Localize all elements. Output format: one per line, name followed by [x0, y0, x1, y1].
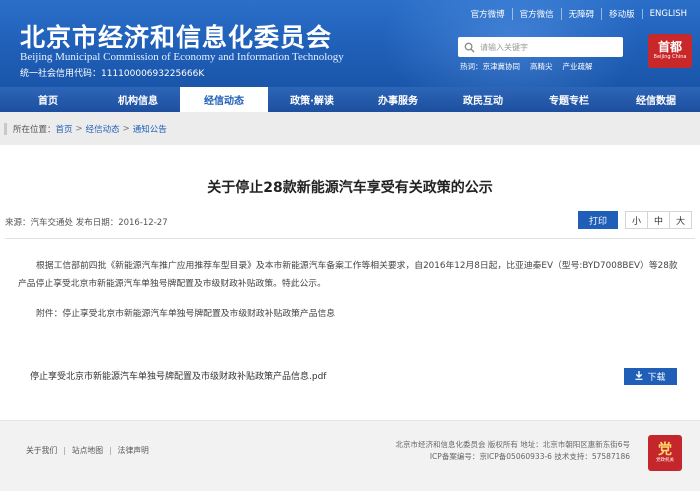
footer-copyright: 北京市经济和信息化委员会 版权所有 地址：北京市朝阳区惠新东街6号 [395, 440, 630, 449]
hot-word-gjj[interactable]: 高精尖 [530, 61, 553, 72]
nav-item-news[interactable]: 经信动态 [180, 87, 268, 112]
badge-emblem-text: 党 [658, 442, 672, 458]
article-body: 根据工信部前四批《新能源汽车推广应用推荐车型目录》及本市新能源汽车备案工作等相关… [18, 257, 682, 293]
font-size-small-button[interactable]: 小 [625, 211, 648, 229]
download-icon [635, 371, 643, 382]
font-size-medium-button[interactable]: 中 [647, 211, 670, 229]
download-label: 下载 [647, 373, 666, 383]
nav-item-interaction[interactable]: 政民互动 [440, 87, 526, 112]
pdf-attachment-link[interactable]: 停止享受北京市新能源汽车单独号牌配置及市级财政补贴政策产品信息.pdf [30, 369, 326, 382]
breadcrumb: 所在位置： 首页 > 经信动态 > 通知公告 [0, 112, 700, 145]
footer-link-separator: | [109, 446, 112, 455]
logo-subtext: Beijing China [653, 54, 687, 60]
top-link-mobile[interactable]: 移动版 [601, 8, 642, 20]
article-paragraph: 根据工信部前四批《新能源汽车推广应用推荐车型目录》及本市新能源汽车备案工作等相关… [18, 261, 678, 289]
footer-info: 北京市经济和信息化委员会 版权所有 地址：北京市朝阳区惠新东街6号 ICP备案编… [395, 439, 630, 463]
search-icon[interactable] [458, 37, 480, 57]
nav-item-org[interactable]: 机构信息 [96, 87, 180, 112]
party-government-badge[interactable]: 党 党政机关 [648, 435, 682, 471]
breadcrumb-notices[interactable]: 通知公告 [133, 123, 167, 135]
download-button[interactable]: 下载 [624, 368, 677, 385]
credit-code: 统一社会信用代码：11110000693225666K [20, 69, 205, 79]
footer-links: 关于我们 | 站点地图 | 法律声明 [26, 445, 149, 456]
top-link-english[interactable]: ENGLISH [641, 9, 694, 19]
breadcrumb-separator: > [122, 123, 130, 134]
nav-item-topics[interactable]: 专题专栏 [526, 87, 612, 112]
nav-item-data[interactable]: 经信数据 [612, 87, 700, 112]
top-links: 官方微博 官方微信 无障碍 移动版 ENGLISH [464, 8, 694, 20]
capital-logo: 首都 Beijing China [648, 34, 692, 68]
footer-link-separator: | [63, 446, 66, 455]
breadcrumb-marker [4, 122, 7, 135]
font-size-large-button[interactable]: 大 [669, 211, 692, 229]
site-footer: 关于我们 | 站点地图 | 法律声明 北京市经济和信息化委员会 版权所有 地址：… [0, 420, 700, 491]
print-button[interactable]: 打印 [578, 211, 618, 229]
site-title[interactable]: 北京市经济和信息化委员会 [20, 18, 332, 54]
search-box [458, 37, 623, 57]
hot-words: 热词： 京津冀协同 高精尖 产业疏解 [460, 61, 593, 72]
badge-subtext: 党政机关 [656, 458, 674, 463]
hot-word-cysj[interactable]: 产业疏解 [563, 61, 593, 72]
site-header: 北京市经济和信息化委员会 Beijing Municipal Commissio… [0, 0, 700, 87]
breadcrumb-news[interactable]: 经信动态 [86, 123, 120, 135]
attachment-note: 附件：停止享受北京市新能源汽车单独号牌配置及市级财政补贴政策产品信息 [36, 309, 336, 319]
top-link-weibo[interactable]: 官方微博 [464, 8, 512, 20]
site-subtitle: Beijing Municipal Commission of Economy … [20, 51, 344, 63]
top-link-wechat[interactable]: 官方微信 [511, 8, 561, 20]
article-meta: 来源：汽车交通处 发布日期：2016-12-27 [5, 218, 168, 228]
footer-icp: ICP备案编号：京ICP备05060933-6 技术支持：57587186 [429, 452, 630, 461]
hot-word-jjj[interactable]: 京津冀协同 [483, 61, 521, 72]
nav-item-policy[interactable]: 政策·解读 [268, 87, 356, 112]
footer-link-about[interactable]: 关于我们 [26, 445, 57, 456]
article-title: 关于停止28款新能源汽车享受有关政策的公示 [207, 180, 493, 196]
nav-item-home[interactable]: 首页 [0, 87, 96, 112]
article-tools: 打印 小 中 大 [578, 211, 692, 229]
search-input[interactable] [480, 42, 615, 52]
hot-words-label: 热词： [460, 62, 483, 71]
breadcrumb-prefix: 所在位置： [13, 124, 56, 135]
top-link-accessibility[interactable]: 无障碍 [560, 8, 602, 20]
article-container: 关于停止28款新能源汽车享受有关政策的公示 来源：汽车交通处 发布日期：2016… [0, 145, 700, 420]
breadcrumb-separator: > [75, 123, 83, 134]
article-divider [5, 238, 695, 239]
footer-link-sitemap[interactable]: 站点地图 [72, 445, 103, 456]
footer-link-legal[interactable]: 法律声明 [118, 445, 149, 456]
main-nav: 首页 机构信息 经信动态 政策·解读 办事服务 政民互动 专题专栏 经信数据 [0, 87, 700, 112]
logo-text: 首都 [657, 40, 682, 54]
nav-item-services[interactable]: 办事服务 [356, 87, 440, 112]
breadcrumb-home[interactable]: 首页 [56, 123, 73, 135]
